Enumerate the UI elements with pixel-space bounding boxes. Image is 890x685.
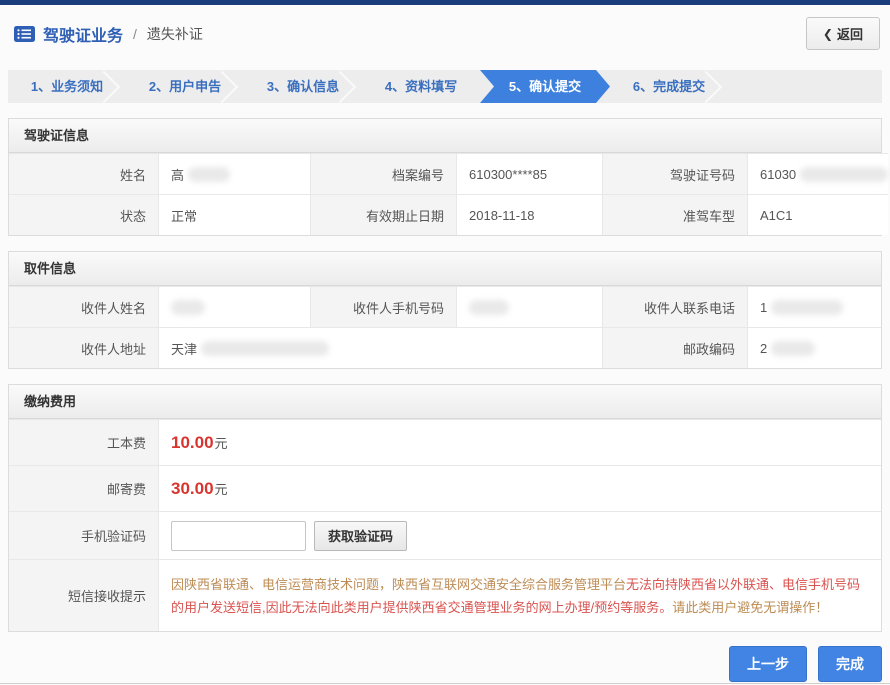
value-license-number: 61030 bbox=[748, 153, 888, 194]
label-sms-notice: 短信接收提示 bbox=[9, 559, 159, 631]
redacted-recipient-mobile bbox=[469, 300, 509, 315]
label-license-number: 驾驶证号码 bbox=[603, 153, 748, 194]
redacted-postal-code bbox=[771, 341, 815, 356]
step-4-fill-materials[interactable]: 4、资料填写 bbox=[362, 70, 480, 103]
label-valid-until: 有效期止日期 bbox=[311, 194, 457, 235]
value-postage-fee: 30.00 元 bbox=[159, 465, 881, 511]
bottom-divider bbox=[0, 683, 890, 684]
section-title-fees: 缴纳费用 bbox=[9, 385, 881, 419]
value-production-fee: 10.00 元 bbox=[159, 419, 881, 465]
sms-notice-text: 因陕西省联通、电信运营商技术问题，陕西省互联网交通安全综合服务管理平台无法向持陕… bbox=[159, 563, 881, 629]
sms-code-input[interactable] bbox=[171, 521, 306, 551]
breadcrumb: 驾驶证业务 / 遗失补证 bbox=[14, 22, 203, 46]
step-6-complete-submit[interactable]: 6、完成提交 bbox=[610, 70, 728, 103]
section-title-pickup: 取件信息 bbox=[9, 252, 881, 286]
production-fee-unit: 元 bbox=[215, 433, 228, 452]
breadcrumb-current: 遗失补证 bbox=[147, 24, 203, 44]
back-button[interactable]: ❮ 返回 bbox=[806, 17, 880, 50]
sms-notice-cell: 因陕西省联通、电信运营商技术问题，陕西省互联网交通安全综合服务管理平台无法向持陕… bbox=[159, 559, 881, 631]
label-vehicle-class: 准驾车型 bbox=[603, 194, 748, 235]
label-postage-fee: 邮寄费 bbox=[9, 465, 159, 511]
get-sms-code-button[interactable]: 获取验证码 bbox=[314, 521, 407, 551]
step-1-business-notice[interactable]: 1、业务须知 bbox=[8, 70, 126, 103]
page-title: 驾驶证业务 bbox=[43, 22, 123, 46]
chevron-left-icon: ❮ bbox=[823, 27, 833, 41]
label-recipient-address: 收件人地址 bbox=[9, 327, 159, 368]
value-recipient-mobile bbox=[457, 286, 603, 327]
value-name: 高 bbox=[159, 153, 311, 194]
label-recipient-mobile: 收件人手机号码 bbox=[311, 286, 457, 327]
footer-actions: 上一步 完成 bbox=[8, 646, 882, 682]
sms-code-cell: 获取验证码 bbox=[159, 511, 881, 559]
postage-fee-amount: 30.00 bbox=[171, 479, 214, 499]
redacted-license-number bbox=[800, 167, 888, 182]
steps-bar: 1、业务须知 2、用户申告 3、确认信息 4、资料填写 5、确认提交 6、完成提… bbox=[8, 70, 882, 103]
production-fee-amount: 10.00 bbox=[171, 433, 214, 453]
license-table: 姓名 高 档案编号 610300****85 驾驶证号码 61030 状态 正常… bbox=[9, 153, 881, 235]
label-file-number: 档案编号 bbox=[311, 153, 457, 194]
step-5-confirm-submit[interactable]: 5、确认提交 bbox=[480, 70, 610, 103]
value-recipient-address: 天津 bbox=[159, 327, 603, 368]
sms-notice-part1: 因陕西省联通、电信运营商技术问题，陕西省互联网交通安全综合服务管理平台 bbox=[171, 577, 626, 592]
redacted-recipient-phone bbox=[771, 300, 843, 315]
page-header: 驾驶证业务 / 遗失补证 ❮ 返回 bbox=[0, 5, 890, 62]
list-icon bbox=[14, 26, 35, 42]
section-pickup-info: 取件信息 收件人姓名 收件人手机号码 收件人联系电话 1 收件人地址 天津 邮政… bbox=[8, 251, 882, 369]
label-status: 状态 bbox=[9, 194, 159, 235]
section-title-license: 驾驶证信息 bbox=[9, 119, 881, 153]
label-postal-code: 邮政编码 bbox=[603, 327, 748, 368]
steps-bar-filler bbox=[728, 70, 882, 103]
redacted-name bbox=[188, 167, 230, 182]
section-fees: 缴纳费用 工本费 10.00 元 邮寄费 30.00 元 手机验证码 获取验证码… bbox=[8, 384, 882, 632]
label-production-fee: 工本费 bbox=[9, 419, 159, 465]
step-3-confirm-info[interactable]: 3、确认信息 bbox=[244, 70, 362, 103]
fees-table: 工本费 10.00 元 邮寄费 30.00 元 手机验证码 获取验证码 短信接收… bbox=[9, 419, 881, 631]
finish-button[interactable]: 完成 bbox=[818, 646, 882, 682]
breadcrumb-separator: / bbox=[133, 26, 137, 42]
label-name: 姓名 bbox=[9, 153, 159, 194]
redacted-recipient-name bbox=[171, 300, 205, 315]
label-recipient-name: 收件人姓名 bbox=[9, 286, 159, 327]
value-vehicle-class: A1C1 bbox=[748, 194, 888, 235]
label-sms-code: 手机验证码 bbox=[9, 511, 159, 559]
value-recipient-name bbox=[159, 286, 311, 327]
value-postal-code: 2 bbox=[748, 327, 881, 368]
step-2-user-declaration[interactable]: 2、用户申告 bbox=[126, 70, 244, 103]
postage-fee-unit: 元 bbox=[215, 479, 228, 498]
sms-notice-part3: 请此类用户避免无谓操作！ bbox=[672, 600, 828, 615]
redacted-recipient-address bbox=[201, 341, 329, 356]
previous-step-button[interactable]: 上一步 bbox=[729, 646, 807, 682]
pickup-table: 收件人姓名 收件人手机号码 收件人联系电话 1 收件人地址 天津 邮政编码 2 bbox=[9, 286, 881, 368]
value-status: 正常 bbox=[159, 194, 311, 235]
value-file-number: 610300****85 bbox=[457, 153, 603, 194]
value-recipient-phone: 1 bbox=[748, 286, 881, 327]
section-license-info: 驾驶证信息 姓名 高 档案编号 610300****85 驾驶证号码 61030… bbox=[8, 118, 882, 236]
page: 驾驶证业务 / 遗失补证 ❮ 返回 1、业务须知 2、用户申告 3、确认信息 4… bbox=[0, 0, 890, 685]
value-valid-until: 2018-11-18 bbox=[457, 194, 603, 235]
label-recipient-phone: 收件人联系电话 bbox=[603, 286, 748, 327]
back-button-label: 返回 bbox=[837, 24, 863, 43]
